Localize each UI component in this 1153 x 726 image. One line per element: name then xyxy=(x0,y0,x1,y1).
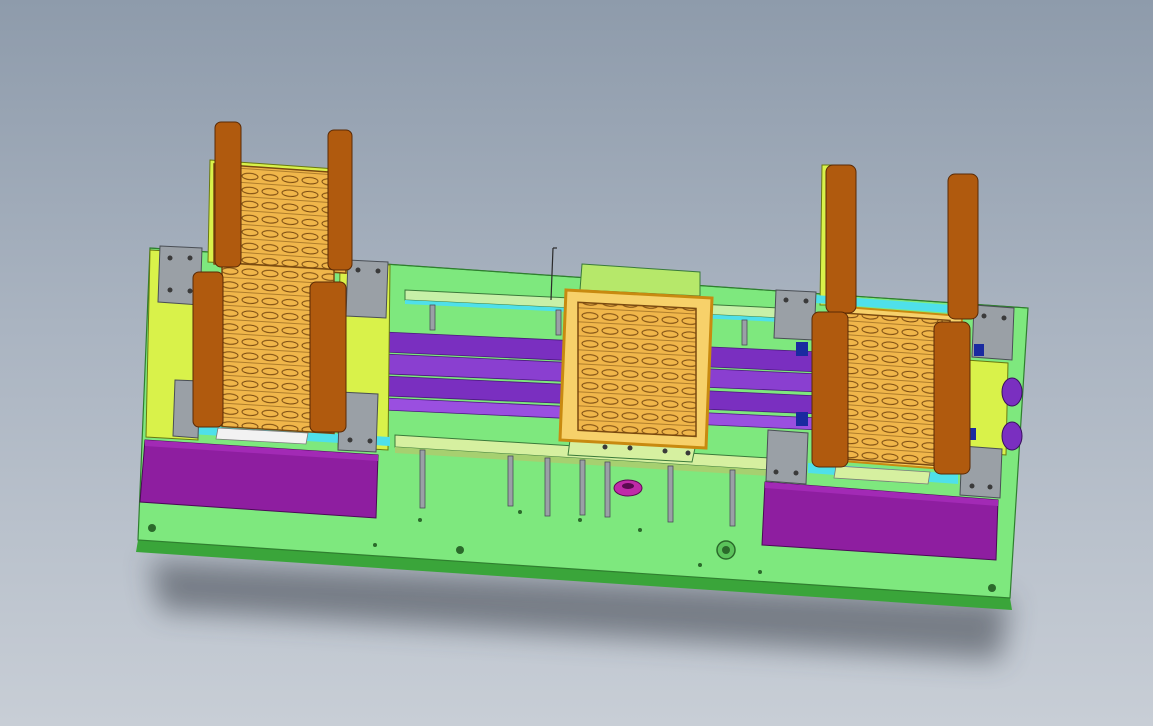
cad-viewport xyxy=(0,0,1153,726)
center-tray xyxy=(558,288,714,450)
center-motor xyxy=(613,479,643,497)
center-port xyxy=(716,540,736,560)
machine-drawing xyxy=(136,121,1029,660)
